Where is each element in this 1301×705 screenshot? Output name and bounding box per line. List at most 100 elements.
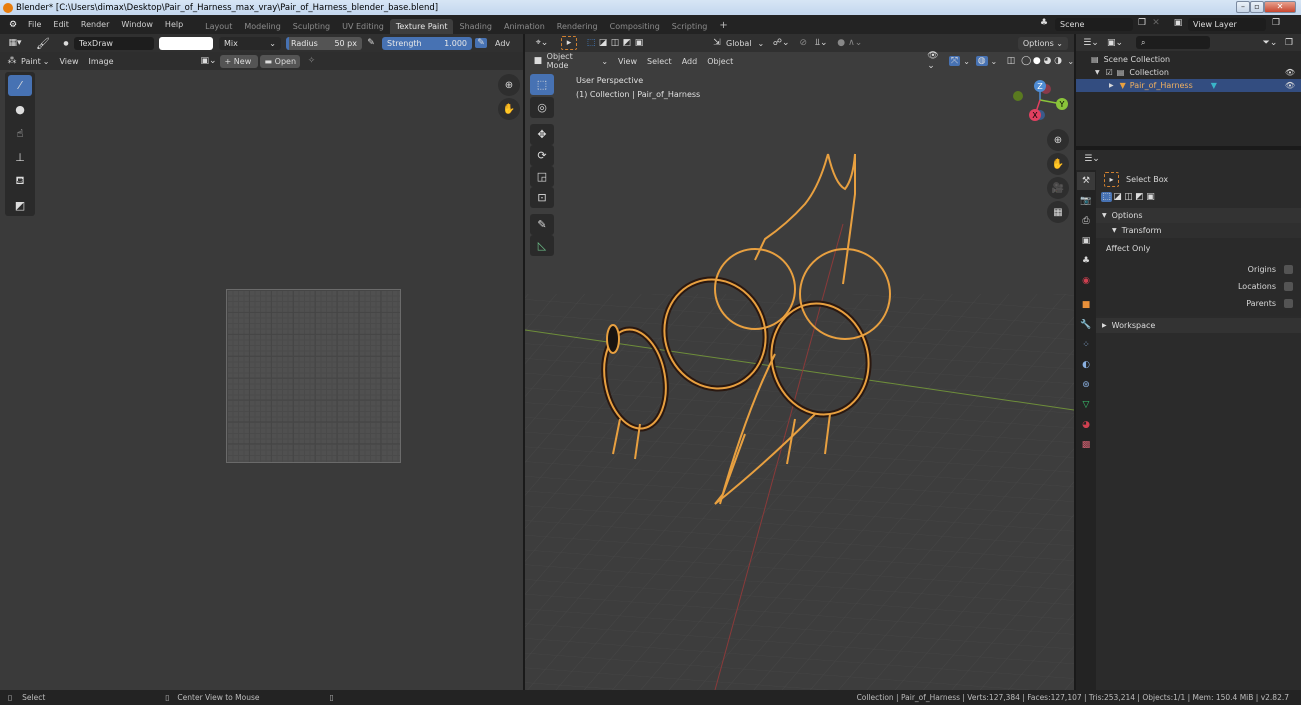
- tool-fill[interactable]: ⛾: [8, 171, 32, 192]
- tool-mask[interactable]: ◩: [8, 195, 32, 216]
- delete-scene-icon[interactable]: ✕: [1150, 18, 1162, 28]
- snap-target-icon[interactable]: ⫫⌄: [812, 38, 830, 48]
- select-intersect-icon[interactable]: ▣: [633, 38, 645, 48]
- menu-window[interactable]: Window: [115, 20, 159, 29]
- tab-uv-editing[interactable]: UV Editing: [336, 19, 390, 34]
- open-image-button[interactable]: ▬ Open: [259, 54, 300, 68]
- tab-constraints[interactable]: ⊛: [1077, 376, 1095, 394]
- tool-move[interactable]: ✥: [530, 124, 554, 145]
- tab-texture-paint[interactable]: Texture Paint: [389, 19, 454, 34]
- tab-modeling[interactable]: Modeling: [238, 19, 286, 34]
- select-intersect-icon[interactable]: ▣: [1145, 192, 1156, 202]
- tool-scale[interactable]: ◲: [530, 166, 554, 187]
- tab-material[interactable]: ◕: [1077, 416, 1095, 434]
- tool-measure[interactable]: ◺: [530, 235, 554, 256]
- mode-dropdown[interactable]: Paint: [21, 57, 41, 66]
- workspace-panel-header[interactable]: ▶ Workspace: [1096, 318, 1301, 333]
- pan-hand-icon[interactable]: ✋: [498, 98, 520, 120]
- expand-arrow-icon[interactable]: ▼: [1095, 69, 1100, 76]
- expand-arrow-icon[interactable]: ▶: [1109, 82, 1114, 89]
- tab-modifiers[interactable]: 🔧: [1077, 316, 1095, 334]
- pressure-strength-icon[interactable]: ✎: [475, 38, 487, 48]
- editor-type-icon[interactable]: ⌖⌄: [531, 38, 553, 48]
- tab-rendering[interactable]: Rendering: [551, 19, 604, 34]
- tool-rotate[interactable]: ⟳: [530, 145, 554, 166]
- pan-hand-icon[interactable]: ✋: [1047, 153, 1069, 175]
- blend-mode-dropdown[interactable]: Mix ⌄: [219, 36, 281, 50]
- menu-view[interactable]: View: [618, 57, 637, 66]
- outliner-row-pair-of-harness[interactable]: ▶ ▼ Pair_of_Harness ▼ 👁: [1076, 79, 1301, 92]
- navigation-gizmo[interactable]: Z Y X: [1010, 78, 1070, 128]
- new-scene-icon[interactable]: ❐: [1136, 18, 1148, 28]
- locations-checkbox[interactable]: [1284, 282, 1293, 291]
- harness-object[interactable]: [525, 34, 1074, 690]
- gizmo-toggle-icon[interactable]: ⤧: [948, 56, 961, 66]
- strength-slider[interactable]: Strength 1.000: [382, 36, 472, 50]
- tab-texture[interactable]: ▩: [1077, 436, 1095, 454]
- mesh-data-icon[interactable]: ▼: [1211, 81, 1217, 90]
- parents-checkbox-row[interactable]: Parents: [1106, 295, 1301, 312]
- maximize-button[interactable]: ▫: [1250, 1, 1264, 13]
- transform-orientation-dropdown[interactable]: Global: [726, 39, 752, 48]
- menu-select[interactable]: Select: [647, 57, 672, 66]
- locations-checkbox-row[interactable]: Locations: [1106, 278, 1301, 295]
- tab-output[interactable]: ⎙: [1077, 212, 1095, 230]
- tool-select-box[interactable]: ⬚: [530, 74, 554, 95]
- tool-soften[interactable]: ●: [8, 99, 32, 120]
- select-invert-icon[interactable]: ◩: [621, 38, 633, 48]
- tab-animation[interactable]: Animation: [498, 19, 551, 34]
- tool-clone[interactable]: ⊥: [8, 147, 32, 168]
- falloff-icon[interactable]: ∧⌄: [846, 38, 864, 48]
- tab-data[interactable]: ▽: [1077, 396, 1095, 414]
- tab-particles[interactable]: ⁘: [1077, 336, 1095, 354]
- filter-icon[interactable]: ⏷⌄: [1261, 38, 1279, 48]
- outliner-search-input[interactable]: ⌕: [1136, 36, 1210, 49]
- visibility-icon[interactable]: 👁⌄: [927, 51, 944, 71]
- tab-shading[interactable]: Shading: [453, 19, 498, 34]
- menu-file[interactable]: File: [22, 20, 47, 29]
- tab-render[interactable]: 📷: [1077, 192, 1095, 210]
- advanced-menu[interactable]: Adv: [495, 39, 510, 48]
- zoom-icon[interactable]: ⊕: [1047, 129, 1069, 151]
- brush-name-field[interactable]: TexDraw: [74, 36, 154, 50]
- tab-physics[interactable]: ◐: [1077, 356, 1095, 374]
- display-mode-icon[interactable]: ☰⌄: [1082, 38, 1100, 48]
- scene-icon[interactable]: ♣: [1036, 18, 1052, 28]
- select-box-tool-icon[interactable]: ▸: [561, 36, 577, 50]
- menu-image[interactable]: Image: [88, 57, 113, 66]
- select-new-icon[interactable]: ⬚: [1101, 192, 1112, 202]
- tab-layout[interactable]: Layout: [199, 19, 238, 34]
- tab-object[interactable]: ■: [1077, 296, 1095, 314]
- pivot-point-icon[interactable]: ☍⌄: [772, 38, 790, 48]
- mode-dropdown[interactable]: Object Mode: [547, 52, 596, 70]
- transform-subpanel-header[interactable]: ▼ Transform: [1096, 223, 1301, 238]
- tab-view-layer[interactable]: ▣: [1077, 232, 1095, 250]
- menu-render[interactable]: Render: [75, 20, 115, 29]
- eye-icon[interactable]: 👁: [1285, 68, 1295, 77]
- checkbox-icon[interactable]: ☑: [1106, 68, 1113, 77]
- tab-scripting[interactable]: Scripting: [666, 19, 714, 34]
- overlay-toggle-icon[interactable]: ◍: [975, 56, 988, 66]
- tab-sculpting[interactable]: Sculpting: [287, 19, 336, 34]
- tab-scene[interactable]: ♣: [1077, 252, 1095, 270]
- blender-menu-icon[interactable]: ⚙: [4, 20, 22, 30]
- zoom-icon[interactable]: ⊕: [498, 74, 520, 96]
- menu-object[interactable]: Object: [707, 57, 733, 66]
- solid-shading-icon[interactable]: ●: [1031, 56, 1042, 66]
- fake-user-icon[interactable]: ●: [60, 40, 72, 47]
- tool-transform[interactable]: ⊡: [530, 187, 554, 208]
- select-subtract-icon[interactable]: ◫: [609, 38, 621, 48]
- options-dropdown[interactable]: Options ⌄: [1017, 36, 1068, 50]
- origins-checkbox[interactable]: [1284, 265, 1293, 274]
- xray-toggle-icon[interactable]: ◫: [1005, 56, 1017, 66]
- perspective-grid-icon[interactable]: ▦: [1047, 201, 1069, 223]
- editor-type-icon[interactable]: ☰⌄: [1082, 154, 1102, 164]
- proportional-edit-icon[interactable]: ●: [836, 38, 846, 48]
- origins-checkbox-row[interactable]: Origins: [1106, 261, 1301, 278]
- tab-tool[interactable]: ⚒: [1077, 172, 1095, 190]
- scene-selector[interactable]: Scene: [1055, 18, 1133, 31]
- editor-type-icon[interactable]: ▦▾: [4, 38, 26, 48]
- brush-icon[interactable]: 🖌: [34, 37, 52, 50]
- tool-annotate[interactable]: ✎: [530, 214, 554, 235]
- close-button[interactable]: ✕: [1264, 1, 1296, 13]
